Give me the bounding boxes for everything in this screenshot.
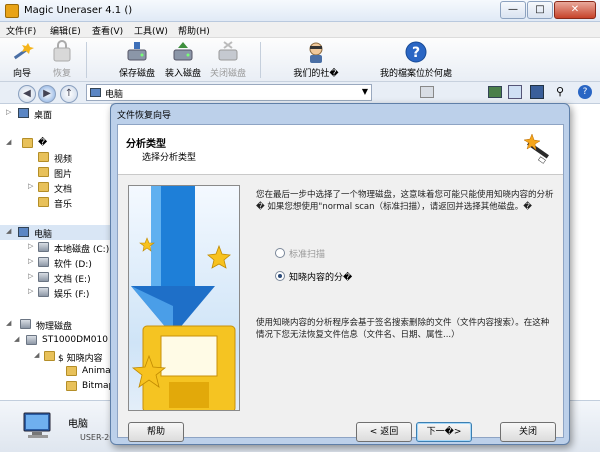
- tree-item-pictures[interactable]: 图片: [0, 165, 111, 180]
- drive-view-icon[interactable]: [488, 86, 502, 98]
- wizard-button[interactable]: 向导: [4, 40, 40, 80]
- tree-item-videos[interactable]: 视频: [0, 150, 111, 165]
- tree-item-physical-disks[interactable]: ◢ 物理磁盘: [0, 317, 111, 332]
- back-arrow-icon[interactable]: ◀: [18, 85, 36, 103]
- next-button[interactable]: 下一�>: [416, 422, 472, 442]
- recover-button[interactable]: 恢复: [44, 40, 80, 80]
- title-bar: Magic Uneraser 4.1 () — □ ✕: [0, 0, 600, 22]
- app-icon: [5, 4, 19, 18]
- radio-standard-indicator: [275, 248, 285, 258]
- window-title: Magic Uneraser 4.1 (): [24, 5, 133, 16]
- save-disk-button[interactable]: 保存磁盘: [116, 40, 158, 80]
- help-icon[interactable]: ?: [578, 85, 592, 99]
- disk-close-icon: [218, 41, 238, 61]
- dialog-description-2: 使用知晓内容的分析程序会基于签名搜索删除的文件（文件内容搜索）。在这种情况下您无…: [256, 318, 550, 340]
- tree-item-user[interactable]: ◢ �: [0, 136, 111, 151]
- search-icon[interactable]: ⚲: [556, 85, 564, 98]
- recovery-wizard-dialog: 文件恢复向导 分析类型 选择分析类型 您在最后一步中选择了一个物理磁盘，这意味着…: [110, 103, 570, 445]
- where-am-i-button[interactable]: ? 我的檔案位於何處: [378, 40, 454, 80]
- our-community-button[interactable]: 我们的社�: [286, 40, 346, 80]
- computer-icon: [90, 88, 101, 97]
- tree-item-ent-f[interactable]: ▷ 娱乐 (F:): [0, 285, 111, 300]
- recover-icon: [53, 40, 71, 62]
- wizard-icon: [13, 43, 34, 60]
- forward-arrow-icon[interactable]: ▶: [38, 85, 56, 103]
- toolbar-separator: [86, 42, 87, 78]
- menu-edit[interactable]: 编辑(E): [50, 24, 81, 37]
- tree-item-disk[interactable]: ◢ ST1000DM010: [0, 333, 111, 348]
- disk-save-icon: [127, 42, 147, 61]
- up-arrow-icon[interactable]: ↑: [60, 85, 78, 103]
- dialog-heading: 分析类型: [126, 139, 166, 150]
- tree-item-docs-e[interactable]: ▷ 文档 (E:): [0, 270, 111, 285]
- save-icon[interactable]: [530, 85, 544, 99]
- view-options-icon[interactable]: [420, 86, 434, 98]
- help-button[interactable]: 帮助: [128, 422, 184, 442]
- tree-item-bitmap[interactable]: Bitmap: [0, 379, 111, 394]
- dropdown-arrow-icon[interactable]: ▼: [362, 87, 368, 96]
- address-input[interactable]: 电脑 ▼: [86, 84, 372, 101]
- wizard-side-illustration: [128, 185, 240, 411]
- menu-file[interactable]: 文件(F): [6, 24, 36, 37]
- magic-wand-icon: [523, 133, 549, 164]
- menu-tools[interactable]: 工具(W): [134, 24, 168, 37]
- tree-item-local-c[interactable]: ▷ 本地磁盘 (C:): [0, 240, 111, 255]
- dialog-description: 您在最后一步中选择了一个物理磁盘，这意味着您可能只能使用知晓内容的分析� 如果您…: [256, 190, 554, 212]
- dialog-title: 文件恢复向导: [117, 111, 172, 121]
- panel-view-icon[interactable]: [508, 85, 522, 99]
- help-question-icon: ?: [405, 41, 427, 63]
- toolbar: 向导 恢复 保存磁盘 装入磁盘 关闭磁盘 我们的社� ? 我的檔案位於何處: [0, 38, 600, 82]
- maximize-button[interactable]: □: [527, 1, 553, 19]
- status-name: 电脑: [68, 419, 88, 430]
- dialog-header: 分析类型 选择分析类型: [118, 125, 563, 175]
- tree-item-dollar[interactable]: ◢ $ 知晓内容: [0, 349, 111, 364]
- disk-mount-icon: [173, 42, 193, 61]
- folder-tree: ▷ 桌面 ◢ � 视频 图片 ▷ 文档 音乐 ◢ 电脑 ▷ 本地磁盘 (C:) ▷ 软件 (…: [0, 104, 112, 400]
- menu-help[interactable]: 帮助(H): [178, 24, 210, 37]
- toolbar-separator: [260, 42, 261, 78]
- address-bar: ◀ ▶ ↑ 电脑 ▼ ⚲ ?: [0, 82, 600, 104]
- menu-bar: 文件(F) 编辑(E) 查看(V) 工具(W) 帮助(H): [0, 22, 600, 38]
- tree-item-music[interactable]: 音乐: [0, 195, 111, 210]
- close-window-button[interactable]: ✕: [554, 1, 596, 19]
- radio-content-indicator: [275, 271, 285, 281]
- community-icon: [309, 42, 323, 63]
- dialog-subheading: 选择分析类型: [142, 153, 197, 163]
- mount-disk-button[interactable]: 装入磁盘: [162, 40, 204, 80]
- close-button[interactable]: 关闭: [500, 422, 556, 442]
- back-button[interactable]: < 返回: [356, 422, 412, 442]
- close-disk-button[interactable]: 关闭磁盘: [206, 40, 250, 80]
- dialog-body: 分析类型 选择分析类型 您在最后一步中选择了一个物理磁盘，这意味着您可能只能使用…: [117, 124, 564, 442]
- tree-item-documents[interactable]: ▷ 文档: [0, 180, 111, 195]
- tree-item-desktop[interactable]: ▷ 桌面: [0, 106, 111, 121]
- tree-item-soft-d[interactable]: ▷ 软件 (D:): [0, 255, 111, 270]
- tree-item-computer[interactable]: ◢ 电脑: [0, 225, 111, 240]
- menu-view[interactable]: 查看(V): [92, 24, 123, 37]
- svg-text:?: ?: [412, 45, 420, 61]
- computer-large-icon: [23, 412, 51, 438]
- minimize-button[interactable]: —: [500, 1, 526, 19]
- tree-item-anim[interactable]: Animat: [0, 364, 111, 379]
